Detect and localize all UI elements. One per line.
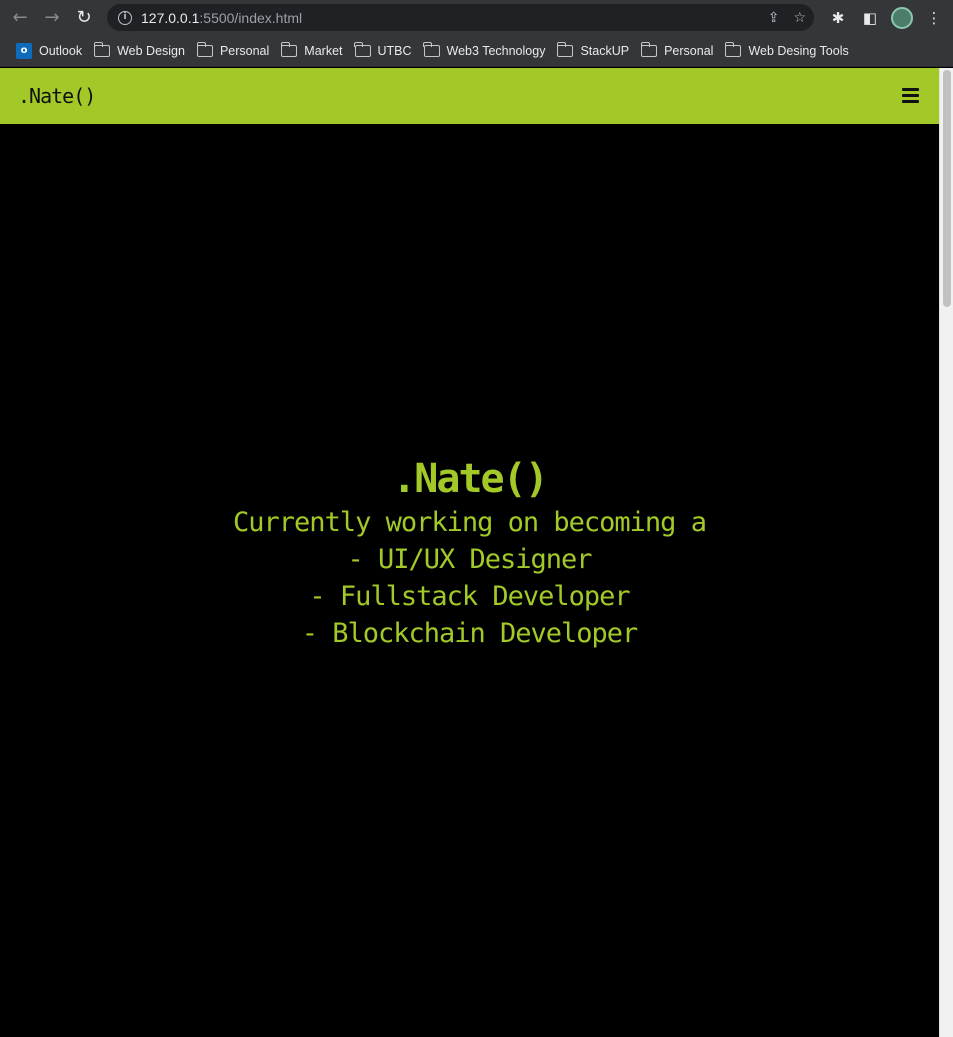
bookmark-stackup[interactable]: StackUP	[553, 38, 637, 64]
hamburger-menu-icon[interactable]	[902, 88, 919, 103]
back-icon[interactable]: ←	[4, 0, 36, 35]
folder-icon	[423, 41, 440, 57]
site-info-icon[interactable]: i	[118, 10, 132, 25]
site-logo[interactable]: .Nate()	[18, 84, 96, 108]
hero-section: .Nate() Currently working on becoming a …	[0, 454, 939, 652]
bookmark-personal-2[interactable]: Personal	[637, 38, 721, 64]
address-url[interactable]: 127.0.0.1:5500/index.html	[141, 10, 302, 26]
folder-icon	[93, 41, 111, 57]
folder-icon	[557, 41, 574, 57]
bookmarks-bar: o Outlook Web Design Personal Market UTB…	[0, 35, 953, 67]
side-panel-icon[interactable]: ◧	[854, 9, 886, 27]
folder-icon	[725, 41, 742, 57]
bookmark-web3-technology[interactable]: Web3 Technology	[420, 38, 554, 64]
folder-icon	[196, 41, 213, 57]
bookmark-market[interactable]: Market	[277, 38, 350, 64]
bookmark-label: StackUP	[580, 43, 630, 58]
hero-role-uiux: - UI/UX Designer	[347, 544, 592, 575]
bookmark-label: UTBC	[377, 43, 412, 58]
address-bar[interactable]: i 127.0.0.1:5500/index.html ⇪ ☆	[107, 4, 814, 31]
bookmark-label: Personal	[219, 43, 270, 58]
folder-icon	[354, 41, 371, 57]
share-icon[interactable]: ⇪	[768, 10, 780, 26]
profile-avatar[interactable]	[891, 6, 913, 29]
hero-role-blockchain: - Blockchain Developer	[301, 618, 639, 649]
site-navbar: .Nate()	[0, 68, 939, 124]
folder-icon	[280, 41, 298, 57]
extensions-puzzle-icon[interactable]: ✱	[822, 9, 854, 27]
url-path: :5500/index.html	[199, 9, 303, 26]
hero-title: .Nate()	[392, 456, 549, 502]
bookmark-label: Web Design	[117, 43, 185, 58]
bookmark-web-design[interactable]: Web Design	[90, 38, 193, 64]
url-host: 127.0.0.1	[141, 9, 200, 26]
hamburger-bar	[902, 88, 919, 91]
bookmark-label: Web Desing Tools	[748, 43, 849, 58]
bookmark-utbc[interactable]: UTBC	[351, 38, 420, 64]
bookmark-label: Personal	[664, 43, 714, 58]
bookmark-label: Web3 Technology	[446, 43, 546, 58]
bookmark-web-desing-tools[interactable]: Web Desing Tools	[721, 38, 856, 64]
extension-area: ✱ ◧ ⋮	[822, 0, 950, 35]
hero-intro: Currently working on becoming a	[233, 507, 707, 538]
omnibox-actions: ⇪ ☆	[768, 4, 806, 31]
reload-icon[interactable]: ↻	[68, 0, 100, 35]
hero-role-fullstack: - Fullstack Developer	[309, 581, 630, 612]
bookmark-label: Outlook	[39, 43, 83, 58]
hamburger-bar	[902, 100, 919, 103]
outlook-icon: o	[16, 42, 32, 59]
browser-menu-icon[interactable]: ⋮	[918, 9, 950, 27]
scrollbar-thumb[interactable]	[943, 70, 951, 307]
hamburger-bar	[902, 94, 919, 97]
bookmark-label: Market	[304, 43, 343, 58]
forward-icon[interactable]: →	[36, 0, 68, 35]
folder-icon	[640, 41, 658, 57]
page-viewport: .Nate() .Nate() Currently working on bec…	[0, 68, 939, 1037]
browser-toolbar: ← → ↻ i 127.0.0.1:5500/index.html ⇪ ☆ ✱ …	[0, 0, 953, 35]
bookmark-personal[interactable]: Personal	[193, 38, 277, 64]
page-scrollbar[interactable]	[939, 68, 953, 1037]
bookmark-outlook[interactable]: o Outlook	[12, 38, 90, 64]
bookmark-star-icon[interactable]: ☆	[793, 10, 806, 26]
